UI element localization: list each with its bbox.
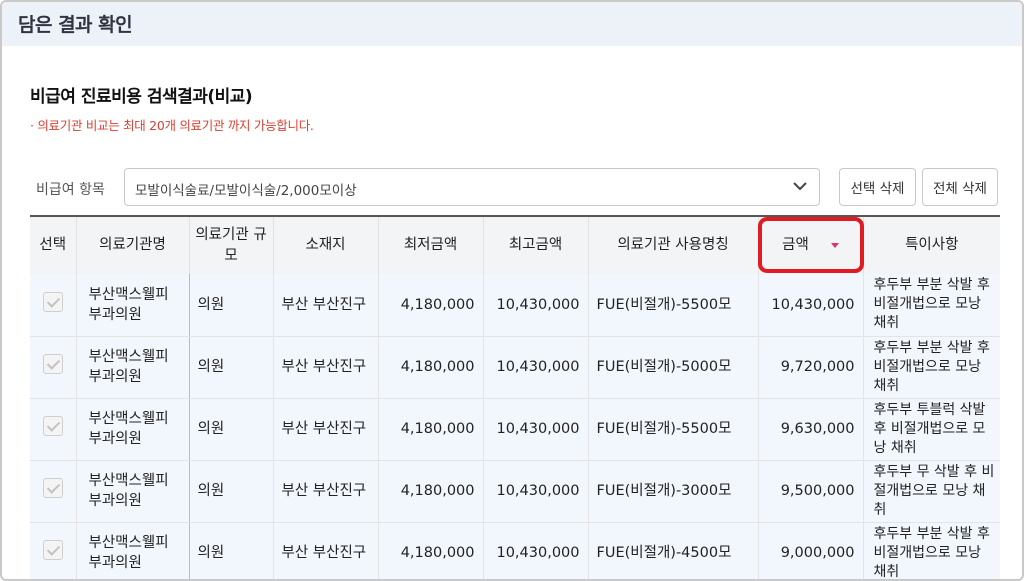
table-row: 부산맥스웰피부과의원 의원 부산 부산진구 4,180,000 10,430,000 FU…: [30, 336, 1000, 399]
col-header-scale: 의료기관 규모: [189, 215, 274, 274]
table-header-row: 선택 의료기관명 의료기관 규모 소재지 최저금액 최고금액 의료기관 사용명칭…: [30, 215, 1000, 274]
cell-term: FUE(비절개)-3000모: [588, 460, 759, 523]
cell-note: 후두부 무 삭발 후 비절개법으로 모낭 채취: [863, 460, 1000, 523]
cell-scale: 의원: [189, 522, 274, 579]
cell-max: 10,430,000: [483, 336, 589, 399]
cell-select: [30, 460, 77, 523]
results-table: 선택 의료기관명 의료기관 규모 소재지 최저금액 최고금액 의료기관 사용명칭…: [30, 215, 1000, 579]
cell-max: 10,430,000: [483, 398, 589, 461]
delete-selected-button[interactable]: 선택 삭제: [839, 168, 916, 206]
table-row: 부산맥스웰피부과의원 의원 부산 부산진구 4,180,000 10,430,000 FU…: [30, 460, 1000, 523]
cell-max: 10,430,000: [483, 274, 589, 337]
table-body: 부산맥스웰피부과의원 의원 부산 부산진구 4,180,000 10,430,000 FU…: [30, 274, 1000, 579]
checkbox-checked-icon[interactable]: [42, 540, 63, 560]
comparison-note: · 의료기관 비교는 최대 20개 의료기관 까지 가능합니다.: [30, 118, 314, 133]
delete-all-button[interactable]: 전체 삭제: [922, 168, 998, 206]
cell-scale: 의원: [189, 460, 274, 523]
cell-location: 부산 부산진구: [273, 522, 379, 579]
cell-name: 부산맥스웰피부과의원: [76, 398, 190, 461]
cell-scale: 의원: [189, 274, 274, 337]
col-header-min: 최저금액: [378, 215, 484, 274]
chevron-down-icon: [793, 182, 807, 191]
table-row: 부산맥스웰피부과의원 의원 부산 부산진구 4,180,000 10,430,000 FU…: [30, 522, 1000, 579]
sort-desc-icon[interactable]: [830, 242, 839, 248]
cell-amount: 9,500,000: [758, 460, 864, 523]
cell-term: FUE(비절개)-5500모: [588, 398, 759, 461]
col-header-location: 소재지: [273, 215, 379, 274]
table-row: 부산맥스웰피부과의원 의원 부산 부산진구 4,180,000 10,430,000 FU…: [30, 398, 1000, 461]
cell-select: [30, 336, 77, 399]
cell-max: 10,430,000: [483, 522, 589, 579]
cell-max: 10,430,000: [483, 460, 589, 523]
cell-note: 후두부 투블럭 삭발 후 비절개법으로 모낭 채취: [863, 398, 1000, 461]
col-header-amount-label: 금액: [782, 237, 809, 253]
item-select-value: 모발이식술료/모발이식술/2,000모이상: [135, 183, 357, 199]
checkbox-checked-icon[interactable]: [42, 416, 63, 436]
page-title: 담은 결과 확인: [18, 14, 133, 36]
cell-note: 후두부 부분 삭발 후 비절개법으로 모낭 채취: [863, 274, 1000, 337]
cell-location: 부산 부산진구: [273, 336, 379, 399]
checkbox-checked-icon[interactable]: [42, 478, 63, 498]
cell-location: 부산 부산진구: [273, 460, 379, 523]
cell-note: 후두부 부분 삭발 후 비절개법으로 모낭 채취: [863, 336, 1000, 399]
checkbox-checked-icon[interactable]: [42, 354, 63, 374]
cell-name: 부산맥스웰피부과의원: [76, 522, 190, 579]
cell-name: 부산맥스웰피부과의원: [76, 274, 190, 337]
filter-label: 비급여 항목: [36, 182, 105, 198]
col-header-name: 의료기관명: [76, 215, 190, 274]
cell-min: 4,180,000: [378, 336, 484, 399]
cell-amount: 9,630,000: [758, 398, 864, 461]
cell-location: 부산 부산진구: [273, 398, 379, 461]
col-header-term: 의료기관 사용명칭: [588, 215, 759, 274]
col-header-max: 최고금액: [483, 215, 589, 274]
cell-select: [30, 522, 77, 579]
cell-term: FUE(비절개)-4500모: [588, 522, 759, 579]
col-header-select: 선택: [30, 215, 77, 274]
cell-select: [30, 274, 77, 337]
cell-term: FUE(비절개)-5000모: [588, 336, 759, 399]
cell-term: FUE(비절개)-5500모: [588, 274, 759, 337]
cell-min: 4,180,000: [378, 522, 484, 579]
header-bar: 담은 결과 확인: [2, 2, 1022, 46]
col-header-note: 특이사항: [863, 215, 1000, 274]
window-frame: 담은 결과 확인 비급여 진료비용 검색결과(비교) · 의료기관 비교는 최대…: [0, 0, 1024, 581]
cell-min: 4,180,000: [378, 460, 484, 523]
table-row: 부산맥스웰피부과의원 의원 부산 부산진구 4,180,000 10,430,000 FU…: [30, 274, 1000, 337]
cell-min: 4,180,000: [378, 398, 484, 461]
cell-amount: 10,430,000: [758, 274, 864, 337]
item-select[interactable]: 모발이식술료/모발이식술/2,000모이상: [124, 168, 820, 206]
cell-note: 후두부 부분 삭발 후 비절개법으로 모낭 채취: [863, 522, 1000, 579]
cell-name: 부산맥스웰피부과의원: [76, 336, 190, 399]
cell-scale: 의원: [189, 398, 274, 461]
section-title: 비급여 진료비용 검색결과(비교): [30, 87, 253, 107]
cell-name: 부산맥스웰피부과의원: [76, 460, 190, 523]
checkbox-checked-icon[interactable]: [42, 291, 63, 312]
cell-min: 4,180,000: [378, 274, 484, 337]
cell-location: 부산 부산진구: [273, 274, 379, 337]
cell-select: [30, 398, 77, 461]
col-header-amount[interactable]: 금액: [758, 215, 864, 274]
cell-amount: 9,000,000: [758, 522, 864, 579]
cell-scale: 의원: [189, 336, 274, 399]
cell-amount: 9,720,000: [758, 336, 864, 399]
